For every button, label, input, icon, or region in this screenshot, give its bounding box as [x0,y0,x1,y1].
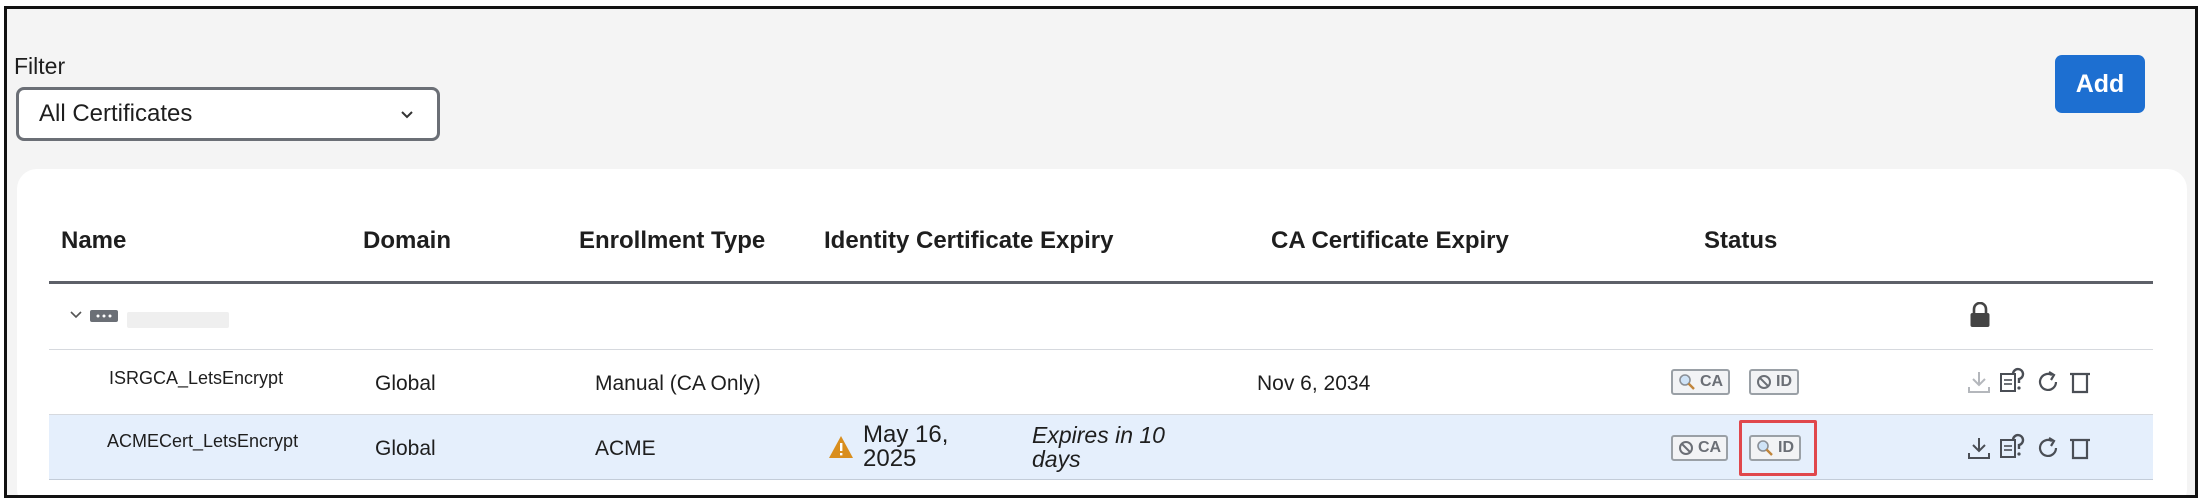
table-row[interactable]: ISRGCA_LetsEncrypt Global Manual (CA Onl… [49,350,2153,415]
cert-name[interactable]: ISRGCA_LetsEncrypt [109,368,283,389]
expiry-warning-text: Expires in 10 [1032,422,1165,448]
certificate-details-icon[interactable] [1999,433,2025,459]
cert-enrollment-type: ACME [595,437,656,460]
id-status-badge[interactable]: ID [1749,435,1801,461]
cert-enrollment-type: Manual (CA Only) [595,372,761,395]
expiry-warning-text-cont: days [1032,446,1081,472]
filter-label: Filter [14,53,66,79]
delete-icon[interactable] [2067,435,2093,461]
column-header-ca-expiry[interactable]: CA Certificate Expiry [1271,227,1509,255]
cert-domain: Global [375,372,436,395]
identity-expiry-year: 2025 [863,445,917,472]
table-row[interactable]: ACMECert_LetsEncrypt Global ACME May 16,… [49,415,2153,480]
download-icon[interactable] [1966,369,1992,395]
filter-selected-value: All Certificates [39,100,193,127]
column-header-name[interactable]: Name [61,227,126,255]
ca-expiry: Nov 6, 2034 [1257,372,1371,395]
identity-expiry-date: May 16, [863,421,949,448]
chevron-down-icon [401,111,413,119]
table-header: Name Domain Enrollment Type Identity Cer… [49,169,2153,284]
certificates-page: Filter All Certificates Add Name Domain … [4,6,2198,498]
cert-domain: Global [375,437,436,460]
ca-status-badge[interactable]: CA [1671,369,1731,395]
id-status-label: ID [1778,439,1794,456]
certificate-details-icon[interactable] [1999,367,2025,393]
column-header-status[interactable]: Status [1704,227,1777,255]
blocked-icon [1757,375,1771,389]
ca-status-label: CA [1698,439,1722,456]
warning-icon [829,436,853,458]
id-status-label: ID [1776,373,1792,390]
blocked-icon [1679,441,1693,455]
ca-status-badge[interactable]: CA [1671,435,1729,461]
ca-status-label: CA [1700,373,1724,390]
device-icon [90,310,118,322]
magnifier-icon [1757,440,1773,456]
certificates-table: Name Domain Enrollment Type Identity Cer… [49,169,2153,480]
id-status-badge[interactable]: ID [1749,369,1799,395]
filter-select[interactable]: All Certificates [16,87,440,141]
refresh-icon[interactable] [2035,435,2061,461]
column-header-domain[interactable]: Domain [363,227,451,255]
certificates-card: Name Domain Enrollment Type Identity Cer… [17,169,2187,495]
chevron-down-icon[interactable] [69,308,83,322]
column-header-enrollment-type[interactable]: Enrollment Type [579,227,765,255]
cert-name[interactable]: ACMECert_LetsEncrypt [107,431,298,452]
column-header-identity-expiry[interactable]: Identity Certificate Expiry [824,227,1113,255]
lock-icon [1970,302,1990,327]
device-name[interactable] [127,312,229,328]
download-icon[interactable] [1966,435,1992,461]
delete-icon[interactable] [2067,369,2093,395]
magnifier-icon [1679,374,1695,390]
add-button[interactable]: Add [2055,55,2145,113]
device-group-row[interactable] [49,284,2153,350]
refresh-icon[interactable] [2035,369,2061,395]
